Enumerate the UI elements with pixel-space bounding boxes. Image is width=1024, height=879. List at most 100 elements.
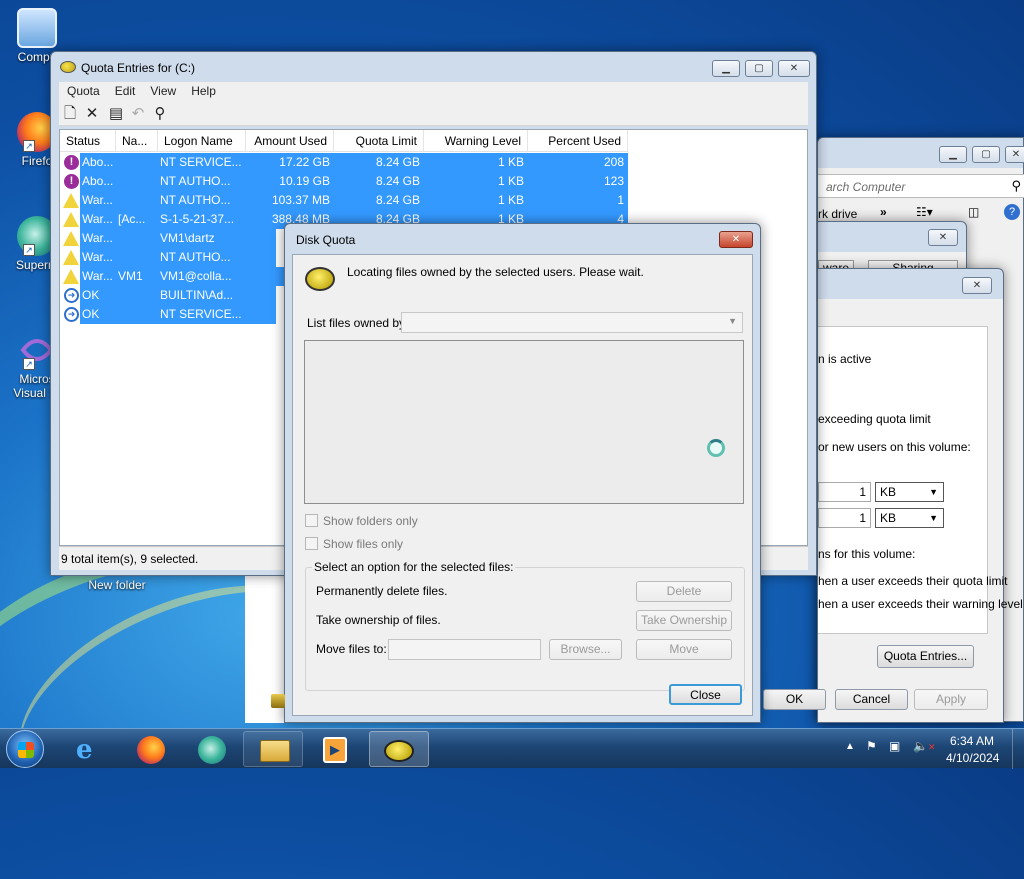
volume-muted-icon[interactable]: 🔈✕ (913, 739, 936, 753)
desktop-icon-label: New folder (88, 578, 146, 592)
error-status-icon: ! (64, 155, 79, 170)
taskbar-firefox[interactable] (121, 731, 181, 767)
help-icon[interactable]: ? (1004, 204, 1020, 220)
new-entry-icon[interactable]: 🗋 (61, 105, 79, 123)
table-row[interactable]: ! Abo... NT AUTHO... 10.19 GB 8.24 GB 1 KB 123 (60, 172, 628, 191)
cell-percent: 123 (603, 174, 624, 188)
files-list[interactable] (304, 340, 744, 504)
search-icon: ⚲ (1011, 178, 1021, 193)
warning-unit-select[interactable]: KB ▼ (875, 508, 944, 528)
quota-window-titlebar[interactable]: Quota Entries for (C:) ▁ ▢ ✕ (51, 52, 816, 82)
cell-logon: NT AUTHO... (160, 193, 231, 207)
table-row[interactable]: War... NT AUTHO... 103.37 MB 8.24 GB 1 KB 1 (60, 191, 628, 210)
warning-status-icon (63, 269, 79, 284)
menu-edit[interactable]: Edit (107, 82, 143, 98)
close-button[interactable]: ✕ (1005, 146, 1024, 163)
undo-icon[interactable]: ↶ (129, 105, 147, 123)
properties-icon[interactable]: ▤ (107, 105, 125, 123)
column-status[interactable]: Status (60, 130, 116, 152)
move-destination-input[interactable] (388, 639, 541, 660)
column-quota-limit[interactable]: Quota Limit (334, 130, 424, 152)
cell-warning: 1 KB (497, 174, 524, 188)
show-hidden-icons-chevron[interactable]: ▲ (845, 741, 855, 752)
limit-unit-select[interactable]: KB ▼ (875, 482, 944, 502)
limit-disk-space-input[interactable]: 1 (818, 482, 871, 502)
browse-button[interactable]: Browse... (549, 639, 622, 660)
warning-unit-value: KB (880, 511, 897, 525)
close-button[interactable]: ✕ (928, 229, 958, 246)
table-row[interactable]: ! Abo... NT SERVICE... 17.22 GB 8.24 GB 1 KB 2… (60, 153, 628, 172)
show-desktop-button[interactable] (1012, 729, 1024, 769)
search-box[interactable]: arch Computer ⚲ (818, 174, 1024, 198)
column-logon-name[interactable]: Logon Name (158, 130, 246, 152)
cell-name (118, 305, 160, 324)
action-center-flag-icon[interactable]: ⚑ (866, 739, 877, 753)
clock-time[interactable]: 6:34 AM (950, 734, 994, 748)
preview-pane-icon[interactable]: ◫ (968, 205, 979, 219)
column-amount-used[interactable]: Amount Used (246, 130, 334, 152)
move-button[interactable]: Move (636, 639, 732, 660)
internet-explorer-icon: e (76, 735, 93, 765)
explorer-icon (260, 740, 290, 762)
taskbar-disk-quota[interactable] (369, 731, 429, 767)
column-warning-level[interactable]: Warning Level (424, 130, 528, 152)
shortcut-arrow-icon: ↗ (23, 244, 35, 256)
cell-logon: S-1-5-21-37... (160, 212, 235, 226)
owner-select[interactable]: ▼ (401, 312, 743, 333)
dialog-body: Locating files owned by the selected use… (292, 254, 753, 716)
warning-status-icon (63, 193, 79, 208)
taskbar-media-player[interactable]: ▶ (305, 731, 365, 767)
minimize-button[interactable]: ▁ (712, 60, 740, 77)
cell-status: OK (82, 288, 100, 302)
show-files-only-checkbox[interactable] (305, 537, 318, 550)
menu-quota[interactable]: Quota (59, 82, 107, 98)
group-label: Select an option for the selected files: (312, 560, 516, 574)
menu-help[interactable]: Help (183, 82, 223, 98)
network-icon[interactable]: ▣ (889, 739, 900, 753)
minimize-button[interactable]: ▁ (939, 146, 967, 163)
maximize-button[interactable]: ▢ (972, 146, 1000, 163)
ok-button[interactable]: OK (763, 689, 826, 710)
cell-limit: 8.24 GB (375, 174, 420, 188)
clock-date[interactable]: 4/10/2024 (946, 751, 999, 765)
take-ownership-button[interactable]: Take Ownership (636, 610, 732, 631)
disk-quota-icon (60, 61, 76, 73)
column-name[interactable]: Na... (116, 130, 158, 152)
close-button[interactable]: ✕ (778, 60, 810, 77)
menu-view[interactable]: View (142, 82, 183, 98)
warning-value: 1 (859, 511, 866, 525)
taskbar-internet-explorer[interactable]: e (60, 731, 120, 767)
cancel-button[interactable]: Cancel (835, 689, 908, 710)
view-options-icon[interactable]: ☷▾ (916, 205, 933, 219)
close-dialog-button[interactable]: Close (669, 684, 742, 705)
delete-icon[interactable]: ✕ (83, 105, 101, 123)
close-button[interactable]: ✕ (719, 231, 753, 248)
column-percent-used[interactable]: Percent Used (528, 130, 628, 152)
window-title: Quota Entries for (C:) (81, 61, 196, 75)
warning-status-icon (63, 231, 79, 246)
shortcut-arrow-icon: ↗ (23, 358, 35, 370)
cell-logon: NT AUTHO... (160, 250, 231, 264)
find-icon[interactable]: ⚲ (151, 105, 169, 123)
cell-status: OK (82, 307, 100, 321)
dialog-titlebar[interactable]: Disk Quota ✕ (285, 224, 760, 254)
apply-button[interactable]: Apply (914, 689, 988, 710)
show-files-only-label: Show files only (323, 537, 404, 551)
firefox-icon (137, 736, 165, 764)
taskbar-explorer[interactable] (243, 731, 303, 767)
quota-entries-button[interactable]: Quota Entries... (877, 645, 974, 668)
warning-level-input[interactable]: 1 (818, 508, 871, 528)
map-network-drive-link[interactable]: rk drive (818, 207, 857, 221)
more-chevron-icon[interactable]: » (880, 205, 887, 219)
cell-percent: 208 (603, 155, 624, 169)
dialog-title: Disk Quota (296, 233, 356, 247)
start-button[interactable] (6, 730, 44, 768)
maximize-button[interactable]: ▢ (745, 60, 773, 77)
taskbar-supermium[interactable] (182, 731, 242, 767)
delete-button[interactable]: Delete (636, 581, 732, 602)
cell-status: Abo... (82, 155, 114, 169)
show-folders-only-checkbox[interactable] (305, 514, 318, 527)
close-button[interactable]: ✕ (962, 277, 992, 294)
disk-quota-dialog: Disk Quota ✕ Locating files owned by the… (284, 223, 761, 723)
desktop-icon-new-folder[interactable]: New folder (85, 578, 149, 592)
